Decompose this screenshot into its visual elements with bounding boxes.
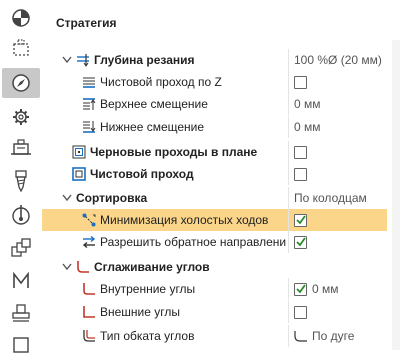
- row-rough-passes[interactable]: Черновые проходы в плане: [42, 141, 387, 163]
- column-separator: [288, 231, 289, 253]
- row-label: Чистовой проход: [90, 167, 194, 181]
- row-label: Тип обката углов: [100, 329, 195, 343]
- finish-pass-icon: [72, 167, 86, 181]
- row-corner-smoothing[interactable]: Сглаживание углов: [42, 256, 387, 278]
- panel-title: Стратегия: [56, 16, 117, 30]
- square-icon[interactable]: [2, 330, 40, 360]
- minimize-idle-icon: [82, 213, 96, 227]
- row-label: Внешние углы: [100, 305, 181, 319]
- allow-reverse-checkbox[interactable]: [294, 235, 307, 249]
- row-outer-corners[interactable]: Внешние углы: [42, 301, 387, 323]
- inner-corner-icon: [82, 282, 96, 296]
- chevron-down-icon[interactable]: [62, 262, 72, 272]
- column-separator: [288, 163, 289, 185]
- column-separator: [288, 325, 289, 347]
- column-separator: [288, 93, 289, 115]
- compass-icon[interactable]: [2, 68, 40, 98]
- left-toolbar: [0, 0, 43, 358]
- column-separator: [288, 187, 289, 209]
- row-label: Минимизация холостых ходов: [100, 213, 269, 227]
- row-label: Глубина резания: [94, 53, 195, 67]
- top-offset-icon: [82, 97, 96, 111]
- scrollbar[interactable]: [392, 40, 400, 350]
- column-separator: [288, 141, 289, 163]
- finish-pass-z-icon: [82, 75, 96, 89]
- depth-icon: [76, 53, 90, 67]
- row-top-offset[interactable]: Верхнее смещение 0 мм: [42, 93, 387, 115]
- column-separator: [288, 49, 289, 71]
- row-label: Сортировка: [76, 191, 148, 205]
- bottom-offset-icon: [82, 120, 96, 134]
- column-separator: [288, 209, 289, 231]
- row-corner-roll-type[interactable]: Тип обката углов По дуге: [42, 325, 387, 347]
- bottom-offset-value[interactable]: 0 мм: [294, 120, 384, 134]
- row-label: Внутренние углы: [100, 282, 196, 296]
- inner-corners-checkbox[interactable]: [294, 282, 307, 296]
- outer-corners-checkbox[interactable]: [294, 305, 307, 319]
- gear-icon[interactable]: [2, 102, 40, 132]
- row-cut-depth[interactable]: Глубина резания 100 %Ø (20 мм): [42, 49, 387, 71]
- row-label: Чистовой проход по Z: [100, 75, 222, 89]
- column-separator: [288, 71, 289, 93]
- checkmark-icon: [295, 237, 306, 247]
- pie-chart-icon[interactable]: [2, 3, 40, 33]
- row-minimize-idle[interactable]: Минимизация холостых ходов: [42, 209, 387, 231]
- inner-corners-value[interactable]: 0 мм: [312, 282, 339, 296]
- stamp-icon[interactable]: [2, 298, 40, 328]
- cut-depth-value[interactable]: 100 %Ø (20 мм): [294, 53, 384, 67]
- row-bottom-offset[interactable]: Нижнее смещение 0 мм: [42, 116, 387, 138]
- arc-corner-icon: [294, 331, 307, 342]
- chevron-down-icon[interactable]: [62, 193, 72, 203]
- minimize-idle-checkbox[interactable]: [294, 213, 307, 227]
- corner-roll-type-dropdown[interactable]: По дуге: [294, 329, 354, 343]
- row-label: Нижнее смещение: [100, 120, 205, 134]
- top-offset-value[interactable]: 0 мм: [294, 97, 384, 111]
- dashed-square-icon[interactable]: [2, 33, 40, 63]
- row-finish-pass[interactable]: Чистовой проход: [42, 163, 387, 185]
- rough-passes-icon: [72, 145, 86, 159]
- tool-holder-icon[interactable]: [2, 134, 40, 164]
- checkmark-icon: [295, 215, 306, 225]
- finish-pass-checkbox[interactable]: [294, 167, 307, 181]
- column-separator: [288, 116, 289, 138]
- rough-passes-checkbox[interactable]: [294, 145, 307, 159]
- chevron-down-icon[interactable]: [62, 55, 72, 65]
- drill-bit-icon[interactable]: [2, 166, 40, 196]
- row-label: Сглаживание углов: [94, 260, 210, 274]
- checkmark-icon: [295, 284, 306, 294]
- column-separator: [288, 301, 289, 323]
- column-separator: [288, 278, 289, 300]
- corner-smoothing-icon: [76, 260, 90, 274]
- row-label: Черновые проходы в плане: [90, 145, 258, 159]
- strategy-panel: Стратегия Глубина резания 100 %Ø (20 мм)…: [42, 0, 405, 358]
- row-label: Разрешить обратное направление: [100, 235, 286, 249]
- sorting-value[interactable]: По колодцам: [294, 191, 384, 205]
- spindle-icon[interactable]: [2, 200, 40, 230]
- corner-roll-type-value: По дуге: [312, 329, 355, 343]
- outer-corner-icon: [82, 305, 96, 319]
- row-label: Верхнее смещение: [100, 97, 208, 111]
- m-code-icon[interactable]: [2, 266, 40, 296]
- reverse-direction-icon: [82, 235, 96, 249]
- row-sorting[interactable]: Сортировка По колодцам: [42, 187, 387, 209]
- finish-pass-z-checkbox[interactable]: [294, 75, 307, 89]
- row-inner-corners[interactable]: Внутренние углы 0 мм: [42, 278, 387, 300]
- corner-roll-icon: [82, 329, 96, 343]
- row-allow-reverse[interactable]: Разрешить обратное направление: [42, 231, 387, 253]
- row-finish-pass-z[interactable]: Чистовой проход по Z: [42, 71, 387, 93]
- layers-icon[interactable]: [2, 233, 40, 263]
